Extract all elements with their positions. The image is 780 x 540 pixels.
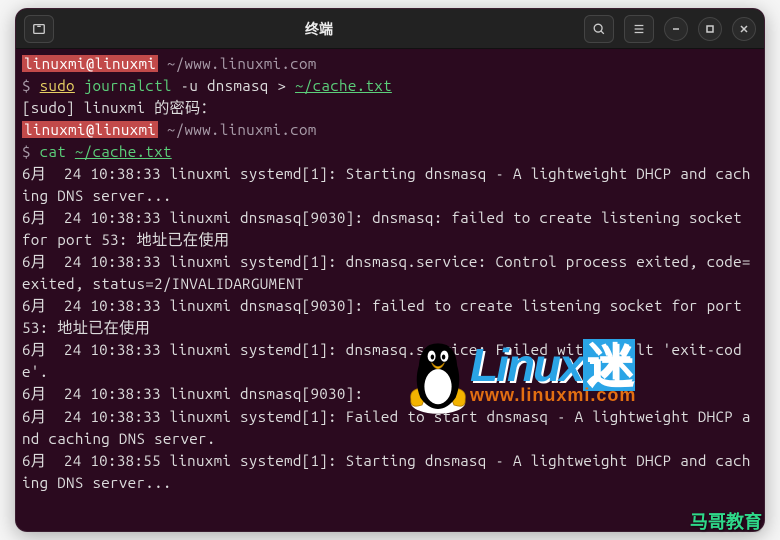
terminal-window: 终端 linuxmi@linuxmi ~/www.linuxmi.com $ s… (15, 8, 765, 532)
cmd-sudo: sudo (40, 77, 75, 94)
log-line: 6月 24 10:38:33 linuxmi systemd[1]: dnsma… (22, 341, 742, 380)
cmd-journalctl: journalctl (84, 77, 172, 94)
titlebar: 终端 (16, 9, 764, 49)
cmd-cat: cat (40, 143, 66, 160)
terminal-body[interactable]: linuxmi@linuxmi ~/www.linuxmi.com $ sudo… (16, 49, 764, 498)
brand-watermark: 马哥教育 (690, 508, 762, 534)
sudo-prompt: [sudo] linuxmi 的密码： (22, 99, 216, 116)
minimize-button[interactable] (664, 17, 688, 41)
maximize-button[interactable] (698, 17, 722, 41)
prompt-symbol: $ (22, 143, 31, 160)
cmd-file: ~/cache.txt (75, 143, 172, 160)
prompt-symbol: $ (22, 77, 31, 94)
log-line: 6月 24 10:38:33 linuxmi systemd[1]: dnsma… (22, 253, 751, 292)
prompt-userhost: linuxmi@linuxmi (22, 55, 158, 72)
close-button[interactable] (732, 17, 756, 41)
log-line: 6月 24 10:38:33 linuxmi systemd[1]: Faile… (22, 408, 751, 447)
prompt-path: ~/www.linuxmi.com (158, 55, 317, 72)
window-title: 终端 (305, 19, 333, 39)
prompt-userhost: linuxmi@linuxmi (22, 121, 158, 138)
menu-button[interactable] (624, 15, 654, 43)
cmd-outfile: ~/cache.txt (295, 77, 392, 94)
log-line: 6月 24 10:38:33 linuxmi dnsmasq[9030]: (22, 385, 363, 402)
log-line: 6月 24 10:38:55 linuxmi systemd[1]: Start… (22, 452, 751, 491)
search-button[interactable] (584, 15, 614, 43)
log-line: 6月 24 10:38:33 linuxmi dnsmasq[9030]: fa… (22, 297, 751, 336)
log-line: 6月 24 10:38:33 linuxmi systemd[1]: Start… (22, 165, 751, 204)
cmd-args: -u dnsmasq > (172, 77, 295, 94)
prompt-path: ~/www.linuxmi.com (158, 121, 317, 138)
new-tab-button[interactable] (24, 15, 54, 43)
log-line: 6月 24 10:38:33 linuxmi dnsmasq[9030]: dn… (22, 209, 751, 248)
